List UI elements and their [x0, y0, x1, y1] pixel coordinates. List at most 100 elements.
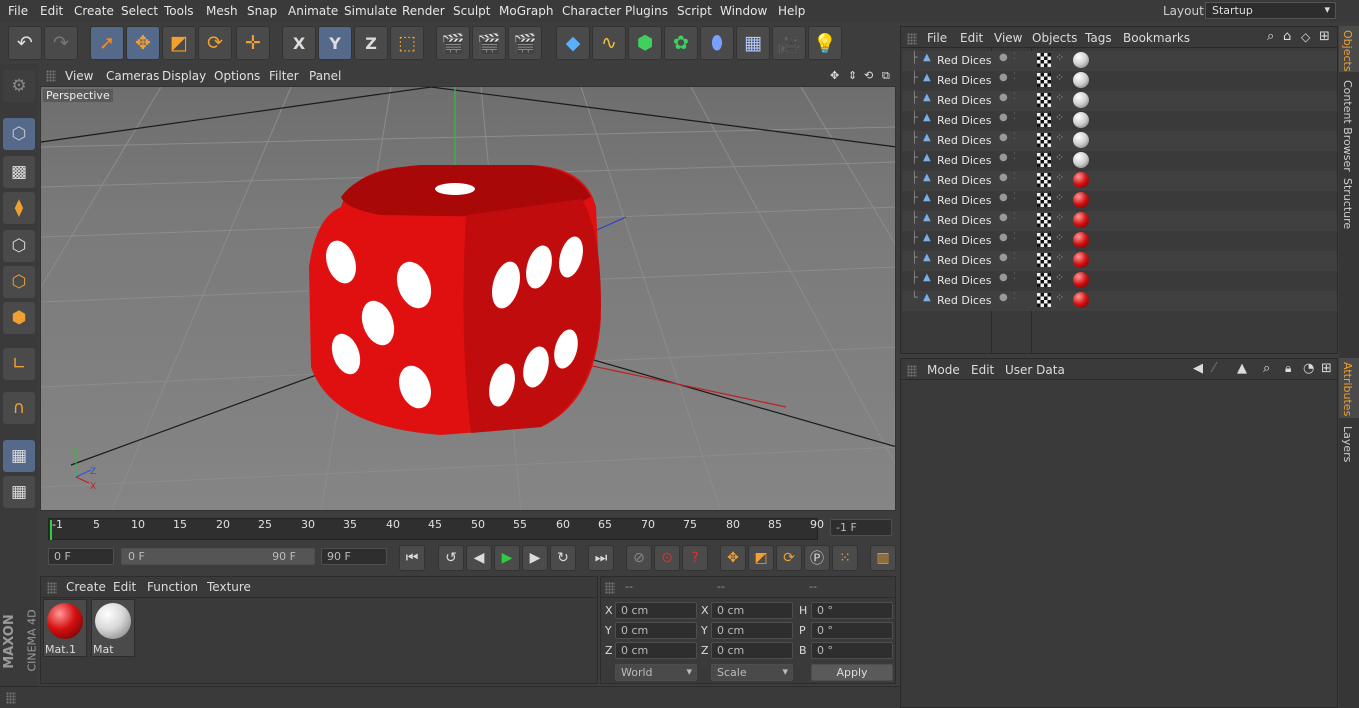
texture-tag-icon[interactable] — [1037, 73, 1051, 87]
attributes-menu-mode[interactable]: Mode — [927, 363, 960, 377]
key-pla-button[interactable]: ⁙ — [832, 545, 858, 571]
timeline-window-button[interactable]: ▥ — [870, 545, 896, 571]
prev-frame-button[interactable]: ◀ — [466, 545, 492, 571]
attributes-menu-edit[interactable]: Edit — [971, 363, 994, 377]
render-visibility-dot-icon[interactable]: ⁚ — [1013, 132, 1016, 142]
render-settings-button[interactable]: 🎬 — [508, 26, 542, 60]
viewport-menu-cameras[interactable]: Cameras — [106, 69, 159, 83]
home-icon[interactable]: ⌂ — [1283, 29, 1291, 44]
live-selection-button[interactable]: ➚ — [90, 26, 124, 60]
add-deformer-button[interactable]: ⬮ — [700, 26, 734, 60]
next-key-button[interactable]: ↻ — [550, 545, 576, 571]
objects-menu-edit[interactable]: Edit — [960, 31, 983, 45]
render-view-button[interactable]: 🎬 — [436, 26, 470, 60]
coordinate-system-button[interactable]: ⬚ — [390, 26, 424, 60]
edges-mode-button[interactable]: ⬡ — [3, 266, 35, 298]
object-row[interactable]: ├ ▲ Red Dices ● ⁚ ⁘ — [903, 151, 1337, 171]
phong-tag-icon[interactable]: ⁘ — [1055, 251, 1064, 264]
editor-visibility-dot-icon[interactable]: ● — [999, 232, 1008, 243]
menu-character[interactable]: Character — [562, 4, 621, 18]
apply-button[interactable]: Apply — [811, 664, 893, 681]
key-position-button[interactable]: ✥ — [720, 545, 746, 571]
render-visibility-dot-icon[interactable]: ⁚ — [1013, 92, 1016, 102]
texture-tag-icon[interactable] — [1037, 173, 1051, 187]
menu-select[interactable]: Select — [121, 4, 158, 18]
x-axis-button[interactable]: X — [282, 26, 316, 60]
material-tag-icon[interactable] — [1073, 112, 1089, 128]
material-tag-icon[interactable] — [1073, 192, 1089, 208]
lock-icon[interactable]: 🔒︎ — [1285, 361, 1291, 376]
render-visibility-dot-icon[interactable]: ⁚ — [1013, 272, 1016, 282]
editor-visibility-dot-icon[interactable]: ● — [999, 252, 1008, 263]
objects-menu-file[interactable]: File — [927, 31, 947, 45]
editor-visibility-dot-icon[interactable]: ● — [999, 192, 1008, 203]
keyframe-selection-button[interactable]: ? — [682, 545, 708, 571]
object-row[interactable]: ├ ▲ Red Dices ● ⁚ ⁘ — [903, 251, 1337, 271]
add-floor-button[interactable]: ▦ — [736, 26, 770, 60]
texture-tag-icon[interactable] — [1037, 293, 1051, 307]
texture-tag-icon[interactable] — [1037, 253, 1051, 267]
editor-visibility-dot-icon[interactable]: ● — [999, 292, 1008, 303]
phong-tag-icon[interactable]: ⁘ — [1055, 131, 1064, 144]
key-rotation-button[interactable]: ⟳ — [776, 545, 802, 571]
texture-tag-icon[interactable] — [1037, 153, 1051, 167]
texture-mode-button[interactable]: ▩ — [3, 156, 35, 188]
red-dice[interactable] — [309, 165, 601, 435]
viewport-menu-display[interactable]: Display — [162, 69, 206, 83]
editor-visibility-dot-icon[interactable]: ● — [999, 172, 1008, 183]
tab-content-browser[interactable]: Content Browser — [1341, 80, 1354, 172]
end-frame-field[interactable]: -1 F — [830, 519, 892, 536]
add-cube-button[interactable]: ◆ — [556, 26, 590, 60]
objects-menu-view[interactable]: View — [994, 31, 1022, 45]
tab-attributes[interactable]: Attributes — [1341, 362, 1354, 416]
recent-tool-button[interactable]: ✛ — [236, 26, 270, 60]
texture-tag-icon[interactable] — [1037, 273, 1051, 287]
eye-icon[interactable]: ◇ — [1301, 30, 1310, 44]
object-row[interactable]: └ ▲ Red Dices ● ⁚ ⁘ — [903, 291, 1337, 311]
back-arrow-icon[interactable]: ◀ — [1193, 361, 1203, 376]
object-row[interactable]: ├ ▲ Red Dices ● ⁚ ⁘ — [903, 271, 1337, 291]
phong-tag-icon[interactable]: ⁘ — [1055, 291, 1064, 304]
phong-tag-icon[interactable]: ⁘ — [1055, 271, 1064, 284]
phong-tag-icon[interactable]: ⁘ — [1055, 51, 1064, 64]
perspective-viewport[interactable]: Y Z X Perspective — [40, 86, 896, 511]
up-arrow-icon[interactable]: ▲ — [1237, 361, 1247, 376]
material-tag-icon[interactable] — [1073, 52, 1089, 68]
drag-grip-icon[interactable] — [6, 692, 16, 704]
object-row[interactable]: ├ ▲ Red Dices ● ⁚ ⁘ — [903, 231, 1337, 251]
material-tag-icon[interactable] — [1073, 252, 1089, 268]
render-visibility-dot-icon[interactable]: ⁚ — [1013, 212, 1016, 222]
phong-tag-icon[interactable]: ⁘ — [1055, 111, 1064, 124]
material-menu-create[interactable]: Create — [66, 580, 106, 594]
texture-tag-icon[interactable] — [1037, 213, 1051, 227]
drag-grip-icon[interactable] — [907, 365, 917, 377]
viewport-menu-filter[interactable]: Filter — [269, 69, 299, 83]
viewport-menu-options[interactable]: Options — [214, 69, 260, 83]
material-menu-edit[interactable]: Edit — [113, 580, 136, 594]
undo-button[interactable]: ↶ — [8, 26, 42, 60]
render-visibility-dot-icon[interactable]: ⁚ — [1013, 292, 1016, 302]
menu-file[interactable]: File — [8, 4, 28, 18]
render-visibility-dot-icon[interactable]: ⁚ — [1013, 232, 1016, 242]
menu-simulate[interactable]: Simulate — [344, 4, 397, 18]
viewport-rotate-icon[interactable]: ⟲ — [864, 69, 873, 82]
object-row[interactable]: ├ ▲ Red Dices ● ⁚ ⁘ — [903, 211, 1337, 231]
object-row[interactable]: ├ ▲ Red Dices ● ⁚ ⁘ — [903, 71, 1337, 91]
history-icon[interactable]: ◔ — [1303, 361, 1314, 376]
size-mode-select[interactable]: Scale ▾ — [711, 664, 793, 681]
new-panel-icon[interactable]: ⊞ — [1319, 29, 1330, 44]
new-panel-icon[interactable]: ⊞ — [1321, 361, 1332, 376]
render-visibility-dot-icon[interactable]: ⁚ — [1013, 252, 1016, 262]
material-swatch[interactable]: Mat — [91, 599, 135, 657]
search-icon[interactable]: ⌕ — [1263, 361, 1270, 376]
editor-visibility-dot-icon[interactable]: ● — [999, 212, 1008, 223]
render-visibility-dot-icon[interactable]: ⁚ — [1013, 152, 1016, 162]
viewport-menu-panel[interactable]: Panel — [309, 69, 341, 83]
coord-system-select[interactable]: World ▾ — [615, 664, 697, 681]
material-tag-icon[interactable] — [1073, 172, 1089, 188]
editor-visibility-dot-icon[interactable]: ● — [999, 132, 1008, 143]
position-z-field[interactable]: 0 cm — [615, 642, 697, 659]
record-keys-button[interactable]: ⊘ — [626, 545, 652, 571]
phong-tag-icon[interactable]: ⁘ — [1055, 71, 1064, 84]
material-tag-icon[interactable] — [1073, 152, 1089, 168]
